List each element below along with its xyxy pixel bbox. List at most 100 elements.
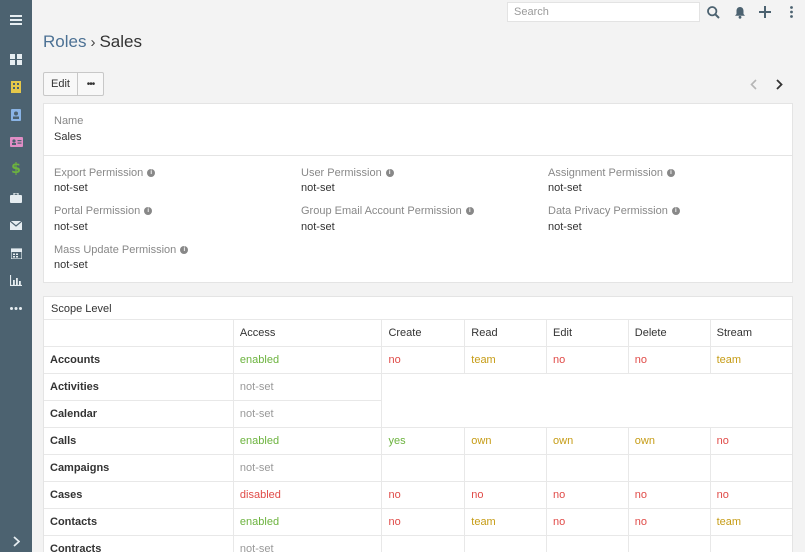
column-header-stream: Stream bbox=[709, 319, 792, 347]
table-row: Contacts enabled no team no no team bbox=[44, 508, 792, 536]
calendar-icon[interactable] bbox=[0, 241, 32, 265]
empty-cell bbox=[381, 373, 792, 401]
empty-cell bbox=[381, 400, 792, 428]
next-record-icon[interactable] bbox=[770, 74, 788, 94]
dashboard-icon[interactable] bbox=[0, 47, 32, 71]
page-title: Sales bbox=[99, 32, 142, 51]
stream-cell: team bbox=[709, 346, 792, 374]
read-cell: team bbox=[464, 508, 548, 536]
access-cell: enabled bbox=[232, 346, 383, 374]
edit-cell: no bbox=[546, 508, 629, 536]
bell-icon[interactable] bbox=[731, 3, 749, 21]
data-privacy-permission-label: Data Privacy Permission i bbox=[548, 205, 680, 217]
contact-book-icon[interactable] bbox=[0, 103, 32, 127]
read-cell bbox=[464, 535, 548, 552]
data-privacy-permission-value: not-set bbox=[548, 221, 582, 233]
delete-cell: no bbox=[627, 481, 711, 509]
create-cell: yes bbox=[381, 427, 466, 455]
read-cell bbox=[464, 454, 548, 482]
export-permission-label: Export Permission i bbox=[54, 167, 156, 179]
info-icon[interactable]: i bbox=[144, 207, 153, 215]
edit-button[interactable]: Edit bbox=[43, 72, 78, 96]
info-icon[interactable]: i bbox=[180, 246, 189, 254]
create-cell bbox=[381, 535, 466, 552]
user-permission-value: not-set bbox=[301, 182, 335, 194]
stream-cell bbox=[709, 535, 792, 552]
edit-cell bbox=[546, 454, 629, 482]
id-card-icon[interactable] bbox=[0, 130, 32, 154]
scope-name: Calendar bbox=[44, 400, 234, 428]
scope-level-title: Scope Level bbox=[51, 303, 112, 315]
info-icon[interactable]: i bbox=[147, 169, 156, 177]
export-permission-value: not-set bbox=[54, 182, 88, 194]
overview-panel: Name Sales Export Permission i not-set Us… bbox=[43, 103, 793, 283]
envelope-icon[interactable] bbox=[0, 213, 32, 237]
stream-cell: no bbox=[709, 481, 792, 509]
search-icon[interactable] bbox=[704, 3, 722, 21]
scope-name: Contracts bbox=[44, 535, 234, 552]
scope-table: Access Create Read Edit Delete Stream Ac… bbox=[44, 319, 792, 552]
portal-permission-value: not-set bbox=[54, 221, 88, 233]
delete-cell bbox=[627, 535, 711, 552]
scope-name: Calls bbox=[44, 427, 234, 455]
dollar-icon[interactable]: $ bbox=[0, 157, 32, 181]
plus-icon[interactable] bbox=[756, 3, 774, 21]
bar-chart-icon[interactable] bbox=[0, 268, 32, 292]
expand-sidebar-icon[interactable] bbox=[0, 529, 32, 552]
stream-cell: no bbox=[709, 427, 792, 455]
edit-cell: no bbox=[546, 346, 629, 374]
info-icon[interactable]: i bbox=[671, 207, 680, 215]
scope-level-panel: Scope Level Access Create Read Edit Dele… bbox=[43, 296, 793, 552]
access-cell: not-set bbox=[232, 373, 383, 401]
create-cell: no bbox=[381, 481, 466, 509]
read-cell: own bbox=[464, 427, 548, 455]
delete-cell: no bbox=[627, 346, 711, 374]
info-icon[interactable]: i bbox=[465, 207, 474, 215]
user-permission-label: User Permission i bbox=[301, 167, 394, 179]
access-cell: not-set bbox=[232, 400, 383, 428]
more-icon[interactable] bbox=[0, 296, 32, 320]
read-cell: team bbox=[464, 346, 548, 374]
portal-permission-label: Portal Permission i bbox=[54, 205, 153, 217]
previous-record-icon[interactable] bbox=[744, 74, 762, 94]
delete-cell: no bbox=[627, 508, 711, 536]
access-cell: disabled bbox=[232, 481, 383, 509]
access-cell: enabled bbox=[232, 508, 383, 536]
table-row: Calls enabled yes own own own no bbox=[44, 427, 792, 455]
info-icon[interactable]: i bbox=[666, 169, 675, 177]
access-cell: not-set bbox=[232, 454, 383, 482]
briefcase-icon[interactable] bbox=[0, 186, 32, 210]
mass-update-permission-label: Mass Update Permission i bbox=[54, 244, 189, 256]
mass-update-permission-value: not-set bbox=[54, 259, 88, 271]
info-icon[interactable]: i bbox=[385, 169, 394, 177]
scope-name: Cases bbox=[44, 481, 234, 509]
table-row: Campaigns not-set bbox=[44, 454, 792, 482]
edit-cell: own bbox=[546, 427, 629, 455]
column-header-scope bbox=[44, 319, 234, 347]
table-row: Calendar not-set bbox=[44, 400, 792, 428]
edit-cell: no bbox=[546, 481, 629, 509]
access-cell: enabled bbox=[232, 427, 383, 455]
column-header-read: Read bbox=[464, 319, 548, 347]
more-actions-button[interactable]: ••• bbox=[77, 72, 104, 96]
table-header-row: Access Create Read Edit Delete Stream bbox=[44, 319, 792, 347]
building-icon[interactable] bbox=[0, 75, 32, 99]
scope-name: Accounts bbox=[44, 346, 234, 374]
column-header-access: Access bbox=[232, 319, 383, 347]
stream-cell: team bbox=[709, 508, 792, 536]
table-row: Accounts enabled no team no no team bbox=[44, 346, 792, 374]
menu-toggle-icon[interactable] bbox=[0, 8, 32, 32]
scope-name: Activities bbox=[44, 373, 234, 401]
group-email-account-permission-label: Group Email Account Permission i bbox=[301, 205, 474, 217]
scope-name: Contacts bbox=[44, 508, 234, 536]
column-header-create: Create bbox=[381, 319, 466, 347]
divider bbox=[44, 155, 792, 156]
search-input[interactable] bbox=[507, 2, 700, 22]
kebab-menu-icon[interactable] bbox=[782, 3, 800, 21]
breadcrumb-roles-link[interactable]: Roles bbox=[43, 32, 86, 51]
delete-cell bbox=[627, 454, 711, 482]
table-row: Activities not-set bbox=[44, 373, 792, 401]
name-label: Name bbox=[54, 115, 84, 127]
assignment-permission-label: Assignment Permission i bbox=[548, 167, 675, 179]
sidebar: $ bbox=[0, 0, 32, 552]
